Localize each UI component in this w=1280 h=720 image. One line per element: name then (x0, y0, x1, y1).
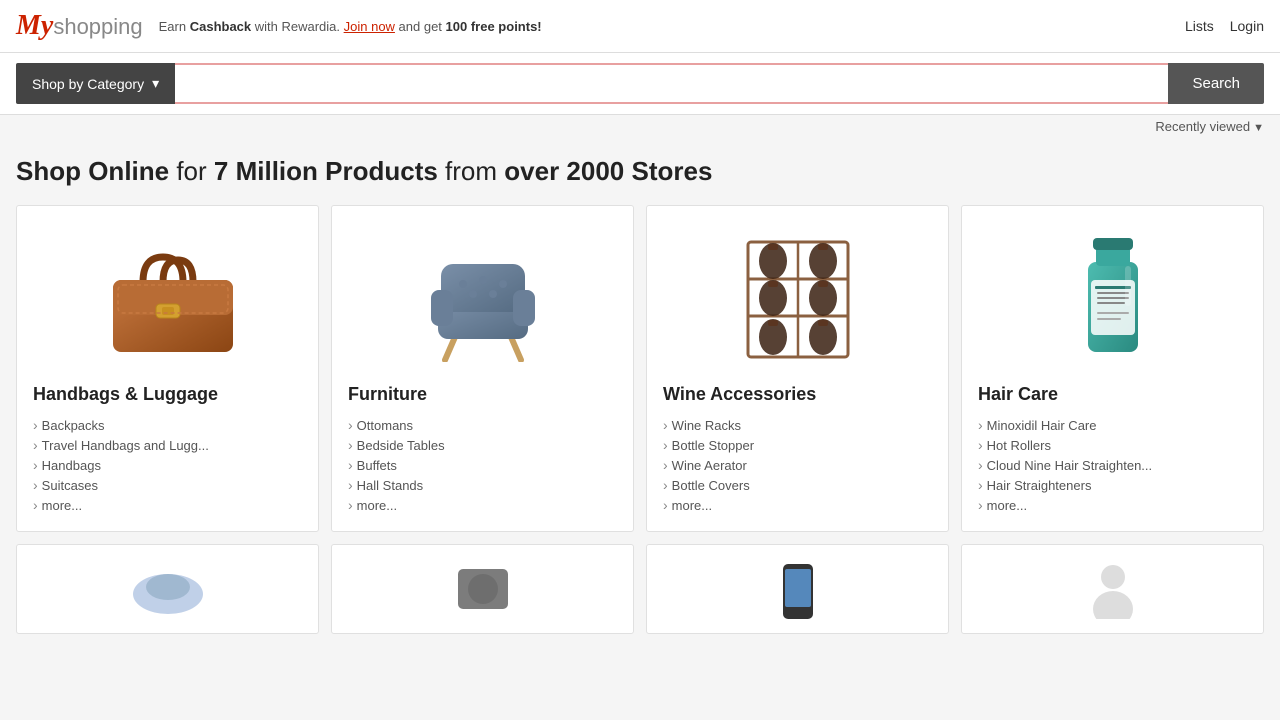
category-card-handbags: Handbags & Luggage Backpacks Travel Hand… (16, 205, 319, 532)
hero-shop-online: Shop Online (16, 156, 169, 186)
haircare-link-more[interactable]: more... (987, 498, 1027, 513)
category-card-wine: Wine Accessories Wine Racks Bottle Stopp… (646, 205, 949, 532)
cashback-points: 100 free points! (446, 19, 542, 34)
wine-title: Wine Accessories (663, 384, 932, 405)
furniture-links: Ottomans Bedside Tables Buffets Hall Sta… (348, 415, 617, 515)
header-links: Lists Login (1185, 18, 1264, 34)
handbags-link-1[interactable]: Travel Handbags and Lugg... (42, 438, 209, 453)
handbags-title: Handbags & Luggage (33, 384, 302, 405)
furniture-link-0[interactable]: Ottomans (357, 418, 413, 433)
haircare-links: Minoxidil Hair Care Hot Rollers Cloud Ni… (978, 415, 1247, 515)
search-button[interactable]: Search (1168, 63, 1264, 104)
logo[interactable]: Myshopping (16, 10, 143, 42)
cashback-bold: Cashback (190, 19, 251, 34)
haircare-link-0[interactable]: Minoxidil Hair Care (987, 418, 1097, 433)
search-bar: Shop by Category ▾ Search (0, 53, 1280, 115)
hero-from: from (438, 156, 504, 186)
hero-section: Shop Online for 7 Million Products from … (0, 138, 1280, 197)
haircare-bottle-icon (1063, 232, 1163, 362)
chair-icon (403, 232, 563, 362)
logo-my: My (16, 10, 53, 42)
wine-image (663, 222, 932, 372)
lists-link[interactable]: Lists (1185, 18, 1214, 34)
handbags-image (33, 222, 302, 372)
hero-for: for (169, 156, 214, 186)
shop-by-category-label: Shop by Category (32, 76, 144, 92)
furniture-image (348, 222, 617, 372)
bottom-card-3 (646, 544, 949, 634)
haircare-title: Hair Care (978, 384, 1247, 405)
bottom-product-4-icon (1073, 559, 1153, 619)
furniture-link-2[interactable]: Buffets (357, 458, 397, 473)
furniture-link-3[interactable]: Hall Stands (357, 478, 423, 493)
bottom-card-4 (961, 544, 1264, 634)
logo-area: Myshopping Earn Cashback with Rewardia. … (16, 10, 542, 42)
handbag-icon (88, 232, 248, 362)
bottom-product-2-icon (443, 559, 523, 619)
handbags-links: Backpacks Travel Handbags and Lugg... Ha… (33, 415, 302, 515)
hero-heading: Shop Online for 7 Million Products from … (16, 156, 1264, 187)
handbags-link-more[interactable]: more... (42, 498, 82, 513)
chevron-down-icon: ▾ (152, 75, 159, 92)
shop-by-category-button[interactable]: Shop by Category ▾ (16, 63, 175, 104)
recently-viewed-label[interactable]: Recently viewed (1155, 119, 1264, 134)
cashback-pre: Earn (159, 19, 190, 34)
category-card-haircare: Hair Care Minoxidil Hair Care Hot Roller… (961, 205, 1264, 532)
wine-link-1[interactable]: Bottle Stopper (672, 438, 754, 453)
haircare-link-1[interactable]: Hot Rollers (987, 438, 1051, 453)
bottom-category-grid (0, 544, 1280, 646)
category-grid: Handbags & Luggage Backpacks Travel Hand… (0, 197, 1280, 544)
cashback-banner: Earn Cashback with Rewardia. Join now an… (159, 19, 542, 34)
search-input[interactable] (175, 63, 1168, 104)
wine-link-0[interactable]: Wine Racks (672, 418, 741, 433)
handbags-link-2[interactable]: Handbags (42, 458, 101, 473)
hero-stores: over 2000 Stores (504, 156, 712, 186)
handbags-link-3[interactable]: Suitcases (42, 478, 98, 493)
bottom-product-3-icon (758, 559, 838, 619)
bottom-card-2 (331, 544, 634, 634)
login-link[interactable]: Login (1230, 18, 1264, 34)
join-now-link[interactable]: Join now (344, 19, 395, 34)
hero-million: 7 Million Products (214, 156, 438, 186)
bottom-product-1-icon (128, 559, 208, 619)
wine-links: Wine Racks Bottle Stopper Wine Aerator B… (663, 415, 932, 515)
recently-viewed-bar[interactable]: Recently viewed (0, 115, 1280, 138)
furniture-link-more[interactable]: more... (357, 498, 397, 513)
category-card-furniture: Furniture Ottomans Bedside Tables Buffet… (331, 205, 634, 532)
haircare-image (978, 222, 1247, 372)
bottom-card-1 (16, 544, 319, 634)
wine-link-3[interactable]: Bottle Covers (672, 478, 750, 493)
wine-rack-icon (718, 232, 878, 362)
cashback-post: and get (395, 19, 446, 34)
handbags-link-0[interactable]: Backpacks (42, 418, 105, 433)
haircare-link-3[interactable]: Hair Straighteners (987, 478, 1092, 493)
furniture-title: Furniture (348, 384, 617, 405)
furniture-link-1[interactable]: Bedside Tables (357, 438, 445, 453)
wine-link-2[interactable]: Wine Aerator (672, 458, 747, 473)
header-top: Myshopping Earn Cashback with Rewardia. … (0, 0, 1280, 53)
haircare-link-2[interactable]: Cloud Nine Hair Straighten... (987, 458, 1152, 473)
cashback-mid: with Rewardia. (251, 19, 343, 34)
wine-link-more[interactable]: more... (672, 498, 712, 513)
logo-shopping: shopping (53, 14, 142, 40)
